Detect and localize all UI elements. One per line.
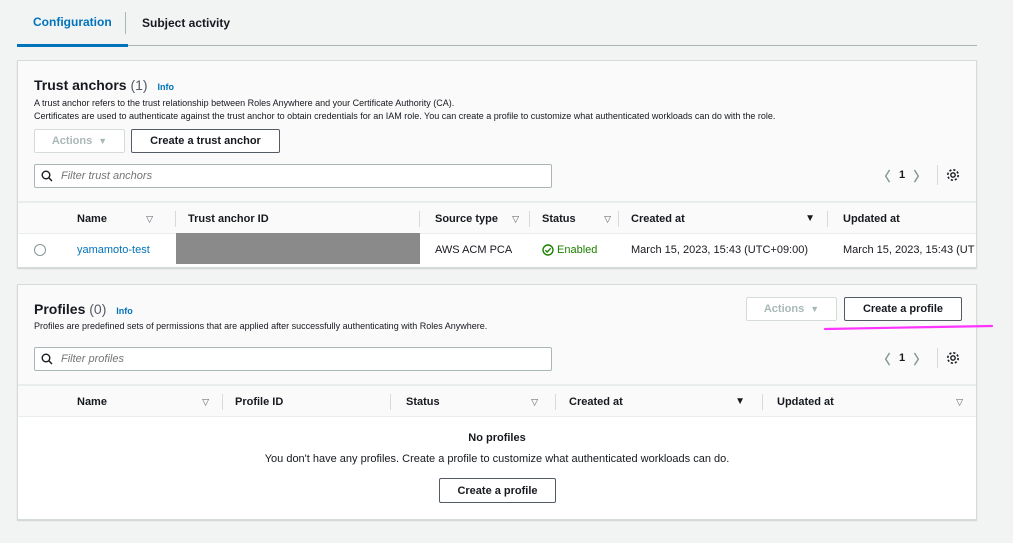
trust-anchors-search[interactable]: [34, 164, 552, 188]
trust-anchors-title: Trust anchors (1) Info: [34, 77, 174, 93]
profiles-search[interactable]: [34, 347, 552, 371]
column-header-status[interactable]: Status ▽: [406, 386, 546, 418]
sort-icon: ▽: [202, 397, 209, 407]
trust-anchors-page-number[interactable]: 1: [895, 169, 909, 181]
status-badge: Enabled: [542, 234, 597, 266]
chevron-right-icon[interactable]: 〉: [909, 349, 931, 368]
sort-icon: ▽: [531, 397, 538, 407]
trust-anchor-source-type: AWS ACM PCA: [435, 244, 513, 256]
table-row[interactable]: yamamoto-test AWS ACM PCA Enabled March …: [18, 233, 976, 266]
sort-descending-icon: ▼: [735, 396, 745, 407]
profiles-title-text: Profiles: [34, 301, 86, 317]
trust-anchor-name-link[interactable]: yamamoto-test: [77, 234, 150, 266]
create-profile-empty-button[interactable]: Create a profile: [439, 478, 556, 503]
create-trust-anchor-button[interactable]: Create a trust anchor: [131, 129, 280, 153]
column-header-profile-id[interactable]: Profile ID: [235, 386, 385, 418]
column-header-name-label: Name: [77, 213, 107, 225]
trust-anchors-filter-input[interactable]: [61, 170, 541, 182]
trust-anchors-title-text: Trust anchors: [34, 77, 127, 93]
sort-icon: ▽: [512, 214, 519, 224]
column-divider: [419, 211, 420, 227]
column-header-created-at-label: Created at: [631, 213, 685, 225]
column-header-status-label: Status: [542, 213, 576, 225]
column-header-source-type-label: Source type: [435, 213, 498, 225]
trust-anchors-table-header: Name ▽ Trust anchor ID Source type ▽ Sta…: [18, 202, 976, 234]
column-header-name[interactable]: Name ▽: [77, 386, 217, 418]
sort-descending-icon: ▼: [805, 213, 815, 224]
trust-anchors-header: Trust anchors (1) Info A trust anchor re…: [18, 61, 976, 202]
gear-icon[interactable]: [946, 168, 960, 182]
caret-down-icon: ▼: [98, 136, 108, 146]
profiles-pagination: 〈 1 〉: [873, 348, 960, 368]
column-header-updated-at[interactable]: Updated at: [843, 203, 973, 235]
row-select-radio[interactable]: [34, 244, 46, 256]
trust-anchor-updated-at: March 15, 2023, 15:43 (UT: [843, 244, 975, 256]
trust-anchors-info-link[interactable]: Info: [158, 82, 175, 92]
column-header-updated-at-label: Updated at: [777, 396, 834, 408]
caret-down-icon: ▼: [810, 304, 820, 314]
column-header-created-at-label: Created at: [569, 396, 623, 408]
column-divider: [222, 394, 223, 410]
column-divider: [175, 211, 176, 227]
column-header-name[interactable]: Name ▽: [77, 203, 161, 235]
column-divider: [555, 394, 556, 410]
profiles-filter-input[interactable]: [61, 353, 541, 365]
trust-anchors-pagination: 〈 1 〉: [873, 165, 960, 185]
trust-anchor-created-at: March 15, 2023, 15:43 (UTC+09:00): [631, 244, 809, 256]
column-header-status[interactable]: Status ▽: [542, 203, 619, 235]
highlight-underline: [823, 324, 994, 331]
profiles-table-header: Name ▽ Profile ID Status ▽ Created at ▼ …: [18, 385, 976, 417]
profiles-info-link[interactable]: Info: [116, 306, 133, 316]
profiles-page-number[interactable]: 1: [895, 352, 909, 364]
trust-anchors-description-line1: A trust anchor refers to the trust relat…: [34, 98, 455, 108]
trust-anchors-description: A trust anchor refers to the trust relat…: [34, 97, 775, 123]
tab-bar: Configuration Subject activity: [17, 0, 977, 47]
column-header-status-label: Status: [406, 396, 440, 408]
search-icon: [41, 353, 53, 365]
column-header-source-type[interactable]: Source type ▽: [435, 203, 527, 235]
column-divider: [390, 394, 391, 410]
profiles-empty-title: No profiles: [468, 432, 526, 444]
profiles-actions-label: Actions: [763, 303, 805, 315]
gear-icon[interactable]: [946, 351, 960, 365]
trust-anchors-actions-label: Actions: [51, 135, 93, 147]
trust-anchors-count: (1): [130, 77, 148, 93]
trust-anchors-actions-button[interactable]: Actions ▼: [34, 129, 125, 153]
sort-icon: ▽: [956, 397, 963, 407]
column-header-trust-anchor-id[interactable]: Trust anchor ID: [188, 203, 416, 235]
profiles-title: Profiles (0) Info: [34, 301, 133, 317]
sort-icon: ▽: [604, 214, 611, 224]
chevron-right-icon[interactable]: 〉: [909, 166, 931, 185]
redacted-trust-anchor-id: [176, 233, 420, 264]
tab-subject-activity[interactable]: Subject activity: [125, 12, 246, 34]
pagination-divider: [937, 165, 938, 185]
column-divider: [529, 211, 530, 227]
column-divider: [827, 211, 828, 227]
trust-anchors-description-line2: Certificates are used to authenticate ag…: [34, 111, 776, 121]
chevron-left-icon[interactable]: 〈: [873, 349, 895, 368]
chevron-left-icon[interactable]: 〈: [873, 166, 895, 185]
trust-anchors-panel: Trust anchors (1) Info A trust anchor re…: [17, 60, 977, 268]
column-header-created-at[interactable]: Created at ▼: [631, 203, 823, 235]
pagination-divider: [937, 348, 938, 368]
tab-configuration[interactable]: Configuration: [17, 0, 128, 47]
column-header-created-at[interactable]: Created at ▼: [569, 386, 753, 418]
column-header-name-label: Name: [77, 396, 107, 408]
column-header-updated-at[interactable]: Updated at ▽: [777, 386, 971, 418]
profiles-description: Profiles are predefined sets of permissi…: [34, 321, 488, 331]
check-circle-icon: [542, 244, 554, 256]
profiles-count: (0): [89, 301, 107, 317]
profiles-empty-description: You don't have any profiles. Create a pr…: [264, 453, 730, 465]
column-divider: [618, 211, 619, 227]
column-divider: [762, 394, 763, 410]
status-text: Enabled: [557, 244, 598, 256]
search-icon: [41, 170, 53, 182]
sort-icon: ▽: [146, 214, 153, 224]
